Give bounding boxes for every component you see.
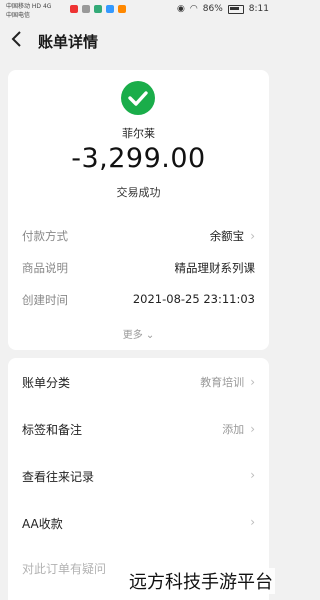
page-title: 账单详情 [38,33,99,51]
detail-row-description: 商品说明 精品理财系列课 [22,260,255,280]
transaction-status: 交易成功 [116,186,161,199]
app-notification-icon [106,5,114,13]
list-item-transaction-history[interactable]: 查看往来记录 › [22,454,255,498]
chevron-right-icon: › [250,468,255,482]
list-item-aa-collection[interactable]: AA收款 › [22,501,255,545]
detail-label: 商品说明 [22,261,68,275]
detail-label: 付款方式 [22,229,68,243]
detail-value: 余额宝 [209,229,245,243]
nav-bar: 账单详情 [0,22,277,60]
list-right: 教育培训 › [200,374,255,390]
list-right: 添加 › [222,421,255,437]
merchant-name: 菲尔莱 [122,127,155,140]
list-right: › [244,468,255,482]
chevron-right-icon: › [250,515,255,529]
detail-value: 2021-08-25 23:11:03 [132,292,255,306]
list-value: 添加 [222,423,245,436]
notification-icons [70,5,126,13]
app-notification-icon [70,5,78,13]
list-item-tags-notes[interactable]: 标签和备注 添加 › [22,407,255,451]
app-notification-icon [82,5,90,13]
status-right: ◉ ◠ 86% 8:11 [177,4,269,14]
list-item-bill-category[interactable]: 账单分类 教育培训 › [22,360,255,404]
bill-actions-card: 账单分类 教育培训 › 标签和备注 添加 › 查看往来记录 › AA收款 › 对此订… [8,358,269,600]
watermark: 远方科技手游平台 [127,568,275,594]
detail-row-created-time: 创建时间 2021-08-25 23:11:03 [22,292,255,312]
list-label: 账单分类 [22,376,71,390]
detail-value: 精品理财系列课 [174,261,256,275]
detail-label: 创建时间 [22,293,68,307]
battery-icon [227,4,244,14]
detail-row-payment-method[interactable]: 付款方式 余额宝 › [22,228,255,248]
more-label: 更多 [122,330,143,341]
clock: 8:11 [248,4,269,14]
back-button[interactable] [10,30,30,50]
app-notification-icon [94,5,102,13]
carrier-line-1: 中国移动 HD 4G [6,3,52,10]
list-value: 教育培训 [200,376,245,389]
app-notification-icon [118,5,126,13]
chevron-right-icon: › [250,229,255,243]
wifi-icon: ◠ [189,4,198,14]
status-bar: 中国移动 HD 4G 中国电信 ◉ ◠ 86% 8:11 [0,0,277,22]
carrier-info: 中国移动 HD 4G 中国电信 [6,2,66,20]
list-label: AA收款 [22,517,63,531]
list-label: 对此订单有疑问 [22,562,107,576]
detail-value-wrap: 余额宝 › [210,228,255,244]
list-label: 标签和备注 [22,423,83,437]
eye-icon: ◉ [177,4,185,14]
bill-summary-card: 菲尔莱 -3,299.00 交易成功 付款方式 余额宝 › 商品说明 精品理财系列… [8,70,269,350]
transaction-amount: -3,299.00 [71,143,206,174]
battery-percent: 86% [202,4,223,14]
chevron-down-icon: ⌄ [145,330,155,341]
success-check-icon [121,81,155,115]
chevron-right-icon: › [250,422,255,436]
chevron-right-icon: › [250,375,255,389]
list-label: 查看往来记录 [22,470,95,484]
carrier-line-2: 中国电信 [6,12,31,19]
list-right: › [244,515,255,529]
more-button[interactable]: 更多 ⌄ [8,326,269,341]
chevron-left-icon [11,31,21,47]
